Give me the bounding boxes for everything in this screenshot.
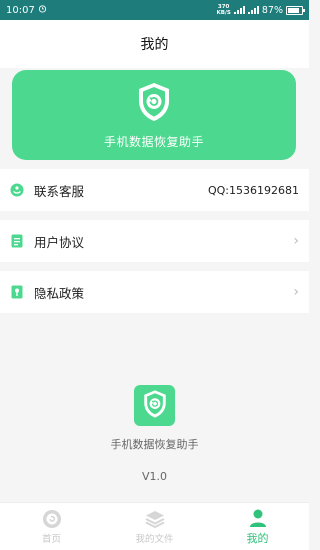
- tab-home[interactable]: 首页: [0, 503, 103, 550]
- privacy-policy-label: 隐私政策: [34, 285, 85, 301]
- contact-service-row[interactable]: 联系客服 QQ:1536192681: [0, 169, 309, 211]
- shield-restore-icon: [136, 81, 172, 127]
- alarm-icon: [38, 4, 47, 16]
- signal-icon: [247, 6, 259, 14]
- status-time: 10:07: [6, 4, 35, 16]
- battery-icon: [286, 5, 305, 15]
- shield-restore-icon: [142, 389, 168, 423]
- app-version: V1.0: [141, 470, 168, 483]
- contact-qq: QQ:1536192681: [207, 183, 299, 197]
- speed-unit: KB/S: [216, 10, 231, 16]
- chevron-right-icon: ›: [293, 233, 299, 249]
- status-bar: 10:07 370 KB/S 87%: [0, 0, 309, 20]
- tab-home-label: 首页: [41, 534, 61, 545]
- tab-mine[interactable]: 我的: [206, 503, 309, 550]
- signal-icon: [233, 6, 245, 14]
- tab-my-files[interactable]: 我的文件: [103, 503, 206, 550]
- user-agreement-row[interactable]: 用户协议 ›: [0, 220, 309, 262]
- person-icon: [247, 507, 269, 529]
- page-title: 我的: [140, 37, 169, 53]
- document-icon: [10, 234, 24, 248]
- contact-service-label: 联系客服: [34, 183, 85, 199]
- app-banner: 手机数据恢复助手: [12, 70, 296, 160]
- customer-service-icon: [10, 183, 24, 197]
- bottom-tab-bar: 首页 我的文件 我的: [0, 502, 309, 550]
- banner-label: 手机数据恢复助手: [103, 134, 204, 149]
- privacy-icon: [10, 285, 24, 299]
- tab-mine-label: 我的: [246, 532, 269, 545]
- chevron-right-icon: ›: [293, 284, 299, 300]
- layers-icon: [144, 508, 166, 530]
- privacy-policy-row[interactable]: 隐私政策 ›: [0, 271, 309, 313]
- network-speed: 370 KB/S: [216, 4, 230, 16]
- battery-percent: 87%: [261, 4, 283, 16]
- tab-my-files-label: 我的文件: [135, 534, 174, 545]
- user-agreement-label: 用户协议: [34, 234, 85, 250]
- home-icon: [41, 508, 63, 530]
- page-header: 我的: [0, 20, 309, 68]
- about-app-name: 手机数据恢复助手: [110, 438, 199, 451]
- app-logo: [134, 385, 175, 426]
